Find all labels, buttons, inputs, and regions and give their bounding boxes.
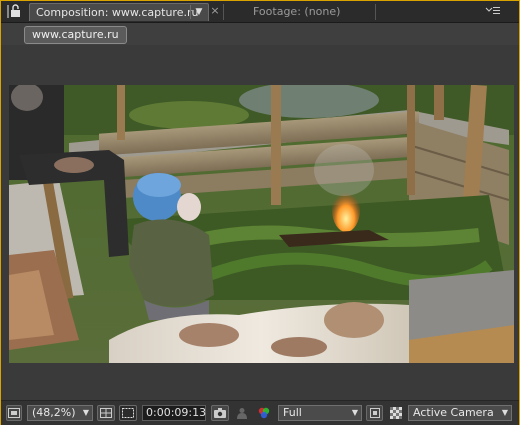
view-value: Active Camera bbox=[413, 406, 494, 419]
panel-tab-strip: Composition: www.capture.ru ▼ × Footage:… bbox=[1, 1, 519, 23]
chevron-down-icon: ▼ bbox=[82, 408, 89, 417]
chevron-down-icon: ▼ bbox=[501, 408, 508, 417]
viewer-bottom-toolbar: (48,2%) ▼ 0:00:09:13 Full ▼ Active Camer… bbox=[1, 400, 519, 425]
view-select[interactable]: Active Camera ▼ bbox=[408, 405, 512, 421]
tab-divider bbox=[375, 4, 376, 20]
magnification-select[interactable]: (48,2%) ▼ bbox=[27, 405, 93, 421]
chevron-down-icon[interactable]: ▼ bbox=[190, 5, 207, 19]
region-of-interest-icon[interactable] bbox=[366, 405, 383, 421]
chevron-down-icon: ▼ bbox=[351, 408, 358, 417]
close-icon[interactable]: × bbox=[209, 4, 221, 18]
breadcrumb[interactable]: www.capture.ru bbox=[24, 26, 127, 44]
color-channels-icon[interactable] bbox=[255, 405, 273, 421]
video-frame-image bbox=[9, 85, 514, 363]
always-preview-icon[interactable] bbox=[6, 405, 22, 421]
magnification-value: (48,2%) bbox=[32, 406, 76, 419]
resolution-value: Full bbox=[283, 406, 302, 419]
tab-footage[interactable]: Footage: (none) bbox=[253, 5, 340, 18]
mask-visibility-icon[interactable] bbox=[119, 405, 137, 421]
transparency-grid-icon[interactable] bbox=[387, 405, 404, 421]
lock-icon[interactable] bbox=[5, 4, 25, 19]
viewer-area bbox=[1, 45, 519, 400]
composition-panel: Composition: www.capture.ru ▼ × Footage:… bbox=[0, 0, 520, 425]
composition-viewer[interactable] bbox=[9, 85, 514, 363]
tab-divider bbox=[223, 4, 224, 20]
panel-menu-icon[interactable] bbox=[485, 6, 501, 16]
composition-navigator-bar: www.capture.ru bbox=[1, 23, 519, 45]
tab-composition-label: Composition: www.capture.ru bbox=[36, 6, 199, 19]
safe-margins-icon[interactable] bbox=[97, 405, 115, 421]
show-snapshot-icon[interactable] bbox=[233, 405, 251, 421]
resolution-select[interactable]: Full ▼ bbox=[278, 405, 362, 421]
tab-composition[interactable]: Composition: www.capture.ru ▼ bbox=[29, 3, 209, 21]
current-time-field[interactable]: 0:00:09:13 bbox=[142, 405, 206, 421]
camera-icon[interactable] bbox=[211, 405, 229, 421]
